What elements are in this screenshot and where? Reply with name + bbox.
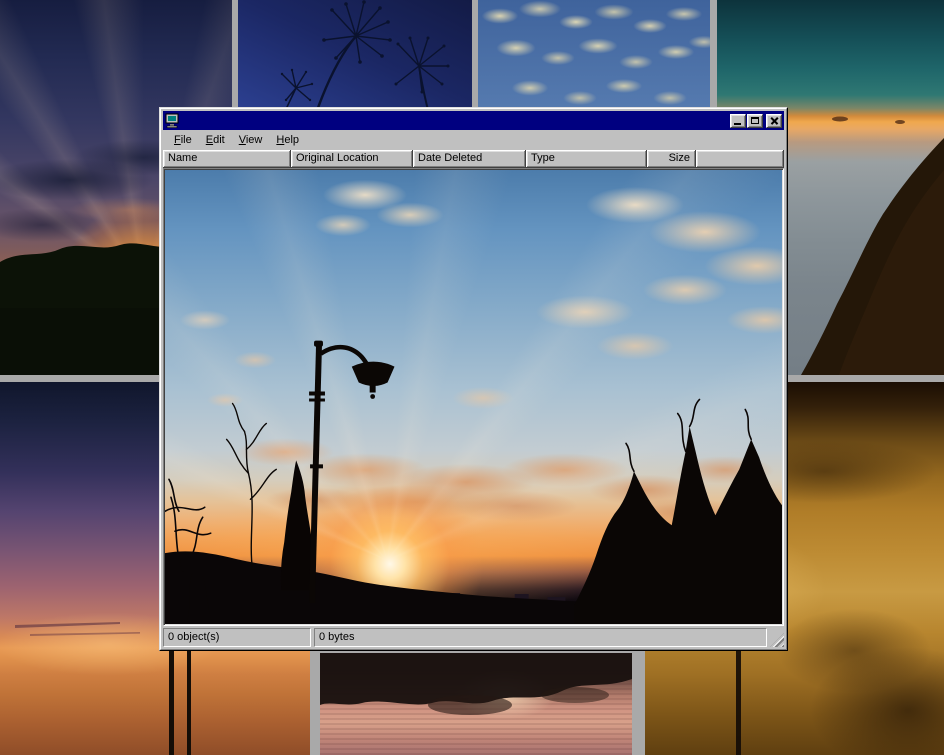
- desktop-wallpaper: File Edit View Help Name Original Locati…: [0, 0, 944, 755]
- column-header-type[interactable]: Type: [526, 150, 647, 168]
- column-header-date-deleted[interactable]: Date Deleted: [413, 150, 526, 168]
- reflected-hills: [320, 653, 632, 755]
- file-list-area[interactable]: [163, 168, 784, 626]
- column-header-row: Name Original Location Date Deleted Type…: [163, 150, 784, 168]
- resize-grip[interactable]: [770, 633, 784, 647]
- recycle-bin-window: File Edit View Help Name Original Locati…: [159, 107, 788, 651]
- status-object-count: 0 object(s): [163, 628, 311, 647]
- menu-item-file[interactable]: File: [167, 132, 199, 148]
- column-header-size[interactable]: Size: [647, 150, 696, 168]
- window-frame: File Edit View Help Name Original Locati…: [160, 108, 787, 650]
- wallpaper-photo-water-reflection: [320, 653, 632, 755]
- column-header-original-location[interactable]: Original Location: [291, 150, 413, 168]
- photo-silhouettes: [165, 170, 782, 624]
- menu-item-edit[interactable]: Edit: [199, 132, 232, 148]
- status-bar: 0 object(s) 0 bytes: [163, 628, 784, 647]
- window-controls: [729, 114, 782, 128]
- window-titlebar[interactable]: [163, 111, 784, 130]
- background-photo-street-lamp-sunset: [165, 170, 782, 624]
- maximize-button[interactable]: [747, 114, 763, 128]
- minimize-button[interactable]: [730, 114, 746, 128]
- maximize-icon: [751, 117, 759, 124]
- column-header-name[interactable]: Name: [163, 150, 291, 168]
- menu-bar: File Edit View Help: [163, 130, 784, 150]
- minimize-icon: [734, 123, 741, 125]
- menu-item-view[interactable]: View: [232, 132, 270, 148]
- column-header-filler: [696, 150, 784, 168]
- computer-icon[interactable]: [165, 113, 181, 128]
- menu-item-help[interactable]: Help: [269, 132, 306, 148]
- close-button[interactable]: [766, 114, 782, 128]
- status-byte-count: 0 bytes: [314, 628, 767, 647]
